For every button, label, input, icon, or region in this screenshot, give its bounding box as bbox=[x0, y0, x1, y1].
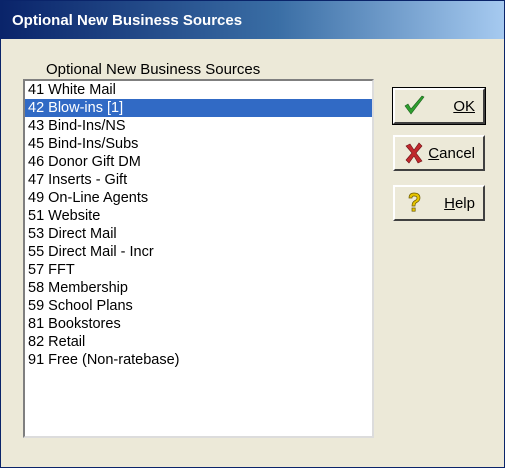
question-mark-icon bbox=[408, 192, 421, 212]
dialog-title: Optional New Business Sources bbox=[12, 12, 243, 29]
list-item[interactable]: 43 Bind-Ins/NS bbox=[25, 117, 372, 135]
list-caption: Optional New Business Sources bbox=[46, 61, 261, 78]
checkmark-icon bbox=[404, 95, 425, 115]
list-item[interactable]: 82 Retail bbox=[25, 333, 372, 351]
cancel-button[interactable]: Cancel bbox=[393, 135, 485, 171]
list-item[interactable]: 59 School Plans bbox=[25, 297, 372, 315]
ok-button[interactable]: OK bbox=[392, 87, 486, 125]
list-item[interactable]: 49 On-Line Agents bbox=[25, 189, 372, 207]
sources-listbox[interactable]: 41 White Mail 42 Blow-ins [1] 43 Bind-Ins/… bbox=[23, 79, 374, 438]
list-item[interactable]: 55 Direct Mail - Incr bbox=[25, 243, 372, 261]
dialog-body: Optional New Business Sources 41 White M… bbox=[1, 39, 504, 467]
list-item[interactable]: 53 Direct Mail bbox=[25, 225, 372, 243]
list-item[interactable]: 42 Blow-ins [1] bbox=[25, 99, 372, 117]
title-bar[interactable]: Optional New Business Sources bbox=[1, 1, 504, 39]
red-x-icon bbox=[405, 142, 423, 164]
list-item[interactable]: 58 Membership bbox=[25, 279, 372, 297]
dialog-window: Optional New Business Sources Optional N… bbox=[0, 0, 505, 468]
list-item[interactable]: 46 Donor Gift DM bbox=[25, 153, 372, 171]
help-button-label: Help bbox=[444, 195, 475, 212]
help-button[interactable]: Help bbox=[393, 185, 485, 221]
list-item[interactable]: 57 FFT bbox=[25, 261, 372, 279]
list-item[interactable]: 91 Free (Non-ratebase) bbox=[25, 351, 372, 369]
list-item[interactable]: 47 Inserts - Gift bbox=[25, 171, 372, 189]
cancel-button-label: Cancel bbox=[428, 145, 475, 162]
list-item[interactable]: 45 Bind-Ins/Subs bbox=[25, 135, 372, 153]
list-item[interactable]: 51 Website bbox=[25, 207, 372, 225]
list-item[interactable]: 41 White Mail bbox=[25, 81, 372, 99]
list-item[interactable]: 81 Bookstores bbox=[25, 315, 372, 333]
ok-button-label: OK bbox=[453, 98, 475, 115]
